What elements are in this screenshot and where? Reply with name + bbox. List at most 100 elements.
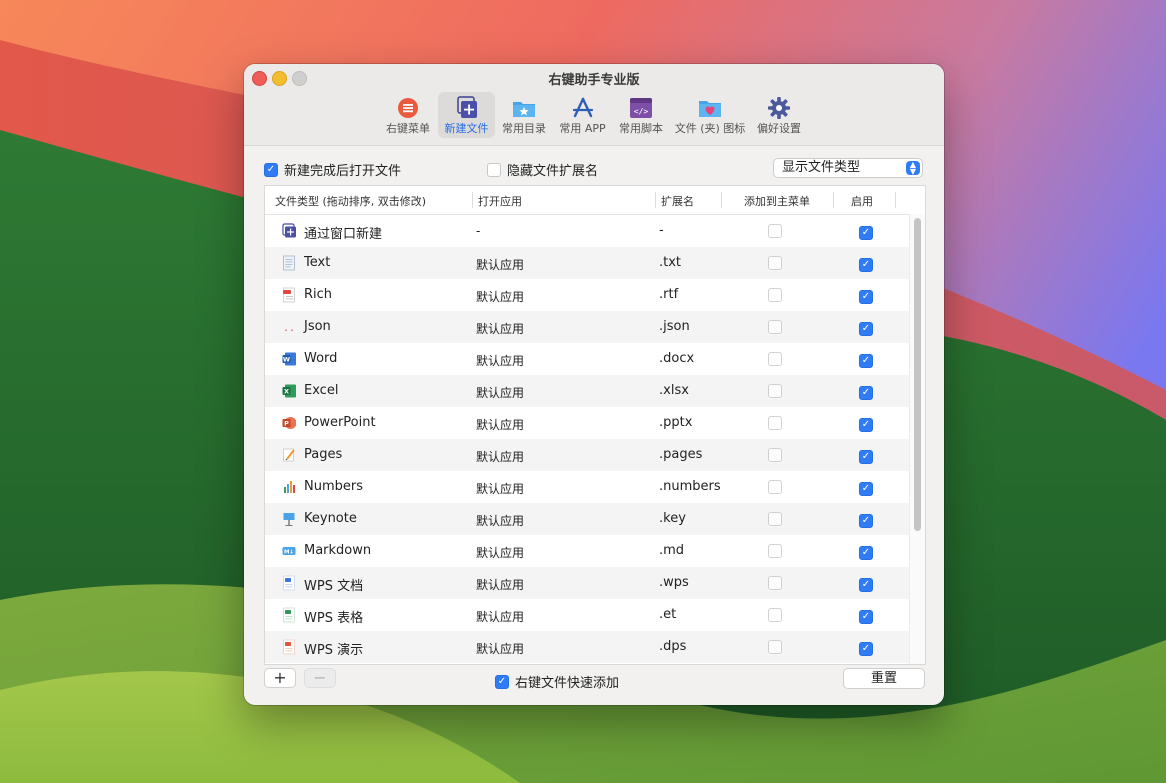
reset-button[interactable]: 重置 <box>843 668 925 689</box>
open-app[interactable]: 默认应用 <box>476 544 524 561</box>
table-row[interactable]: Text 默认应用 .txt <box>265 247 909 279</box>
markdown-icon: M↓ <box>282 547 296 556</box>
enabled-checkbox[interactable] <box>859 258 873 272</box>
open-app[interactable]: 默认应用 <box>476 480 524 497</box>
open-app[interactable]: - <box>476 224 480 238</box>
file-extension[interactable]: .rtf <box>659 287 678 302</box>
enabled-checkbox[interactable] <box>859 226 873 240</box>
table-row[interactable]: WPS 表格 默认应用 .et <box>265 599 909 631</box>
open-app[interactable]: 默认应用 <box>476 352 524 369</box>
file-extension[interactable]: .pptx <box>659 415 692 430</box>
enabled-checkbox[interactable] <box>859 418 873 432</box>
add-to-main-menu-checkbox[interactable] <box>768 512 782 526</box>
table-row[interactable]: {..} Json 默认应用 .json <box>265 311 909 343</box>
display-mode-select[interactable]: 显示文件类型 ▲ ▼ <box>773 158 923 178</box>
toolbar-context-menu[interactable]: 右键菜单 <box>382 92 434 138</box>
column-divider <box>721 192 722 208</box>
add-to-main-menu-checkbox[interactable] <box>768 640 782 654</box>
remove-file-type-button[interactable]: − <box>304 668 336 688</box>
column-header-extension[interactable]: 扩展名 <box>661 193 694 209</box>
file-extension[interactable]: .et <box>659 607 676 622</box>
wps-doc-icon <box>283 575 295 591</box>
enabled-checkbox[interactable] <box>859 610 873 624</box>
toolbar-common-apps[interactable]: 常用 APP <box>555 92 610 138</box>
quick-add-checkbox[interactable] <box>495 674 509 689</box>
file-extension[interactable]: .wps <box>659 575 689 590</box>
add-to-main-menu-checkbox[interactable] <box>768 288 782 302</box>
table-row[interactable]: Keynote 默认应用 .key <box>265 503 909 535</box>
table-row[interactable]: Numbers 默认应用 .numbers <box>265 471 909 503</box>
table-row[interactable]: WPS 演示 默认应用 .dps <box>265 631 909 663</box>
open-app[interactable]: 默认应用 <box>476 640 524 657</box>
table-row[interactable]: WPS 文档 默认应用 .wps <box>265 567 909 599</box>
table-row[interactable]: 通过窗口新建 - - <box>265 215 909 247</box>
enabled-checkbox[interactable] <box>859 354 873 368</box>
column-header-enabled[interactable]: 启用 <box>851 193 873 209</box>
toolbar-preferences[interactable]: 偏好设置 <box>754 92 804 138</box>
file-extension[interactable]: .pages <box>659 447 702 462</box>
file-extension[interactable]: .numbers <box>659 479 721 494</box>
enabled-checkbox[interactable] <box>859 514 873 528</box>
open-app[interactable]: 默认应用 <box>476 576 524 593</box>
add-to-main-menu-checkbox[interactable] <box>768 320 782 334</box>
file-extension[interactable]: .md <box>659 543 684 558</box>
table-row[interactable]: X Excel 默认应用 .xlsx <box>265 375 909 407</box>
title-bar: 右键助手专业版 右键菜单 新建文件 常用目录 常用 APP </> 常用脚本 文… <box>244 64 944 146</box>
table-row[interactable]: M↓ Markdown 默认应用 .md <box>265 535 909 567</box>
open-app[interactable]: 默认应用 <box>476 384 524 401</box>
open-app[interactable]: 默认应用 <box>476 608 524 625</box>
file-extension[interactable]: .key <box>659 511 686 526</box>
open-after-create-checkbox[interactable] <box>264 162 278 177</box>
hide-extension-checkbox[interactable] <box>487 162 501 177</box>
enabled-checkbox[interactable] <box>859 642 873 656</box>
open-after-create-option[interactable]: 新建完成后打开文件 <box>264 160 401 179</box>
add-to-main-menu-checkbox[interactable] <box>768 576 782 590</box>
table-row[interactable]: Rich 默认应用 .rtf <box>265 279 909 311</box>
open-app[interactable]: 默认应用 <box>476 256 524 273</box>
table-row[interactable]: W Word 默认应用 .docx <box>265 343 909 375</box>
add-to-main-menu-checkbox[interactable] <box>768 256 782 270</box>
scrollbar-thumb[interactable] <box>914 218 921 531</box>
add-to-main-menu-checkbox[interactable] <box>768 352 782 366</box>
enabled-checkbox[interactable] <box>859 578 873 592</box>
table-row[interactable]: P PowerPoint 默认应用 .pptx <box>265 407 909 439</box>
table-row[interactable]: Pages 默认应用 .pages <box>265 439 909 471</box>
enabled-checkbox[interactable] <box>859 386 873 400</box>
open-app[interactable]: 默认应用 <box>476 448 524 465</box>
toolbar-common-folders[interactable]: 常用目录 <box>499 92 549 138</box>
enabled-checkbox[interactable] <box>859 482 873 496</box>
enabled-checkbox[interactable] <box>859 450 873 464</box>
add-to-main-menu-checkbox[interactable] <box>768 544 782 558</box>
add-file-type-button[interactable]: + <box>264 668 296 688</box>
add-to-main-menu-checkbox[interactable] <box>768 416 782 430</box>
open-app[interactable]: 默认应用 <box>476 512 524 529</box>
enabled-checkbox[interactable] <box>859 322 873 336</box>
vertical-scrollbar[interactable] <box>909 214 925 664</box>
column-header-type[interactable]: 文件类型 (拖动排序, 双击修改) <box>275 193 426 209</box>
file-extension[interactable]: .dps <box>659 639 686 654</box>
toolbar-common-scripts[interactable]: </> 常用脚本 <box>616 92 666 138</box>
toolbar-new-file[interactable]: 新建文件 <box>438 92 495 138</box>
open-app[interactable]: 默认应用 <box>476 320 524 337</box>
file-extension[interactable]: - <box>659 223 664 238</box>
add-to-main-menu-checkbox[interactable] <box>768 448 782 462</box>
open-app[interactable]: 默认应用 <box>476 288 524 305</box>
enabled-checkbox[interactable] <box>859 546 873 560</box>
column-header-main-menu[interactable]: 添加到主菜单 <box>744 193 810 209</box>
file-extension[interactable]: .docx <box>659 351 694 366</box>
add-to-main-menu-checkbox[interactable] <box>768 224 782 238</box>
hide-extension-option[interactable]: 隐藏文件扩展名 <box>487 160 598 179</box>
quick-add-option[interactable]: 右键文件快速添加 <box>495 672 619 691</box>
file-extension[interactable]: .txt <box>659 255 681 270</box>
add-to-main-menu-checkbox[interactable] <box>768 608 782 622</box>
file-extension[interactable]: .json <box>659 319 690 334</box>
add-to-main-menu-checkbox[interactable] <box>768 384 782 398</box>
enabled-checkbox[interactable] <box>859 290 873 304</box>
main-menu-cell <box>768 384 782 402</box>
file-extension[interactable]: .xlsx <box>659 383 689 398</box>
column-header-app[interactable]: 打开应用 <box>478 193 522 209</box>
add-to-main-menu-checkbox[interactable] <box>768 480 782 494</box>
toolbar-file-icons[interactable]: 文件 (夹) 图标 <box>674 92 746 138</box>
enabled-cell <box>859 224 873 240</box>
open-app[interactable]: 默认应用 <box>476 416 524 433</box>
